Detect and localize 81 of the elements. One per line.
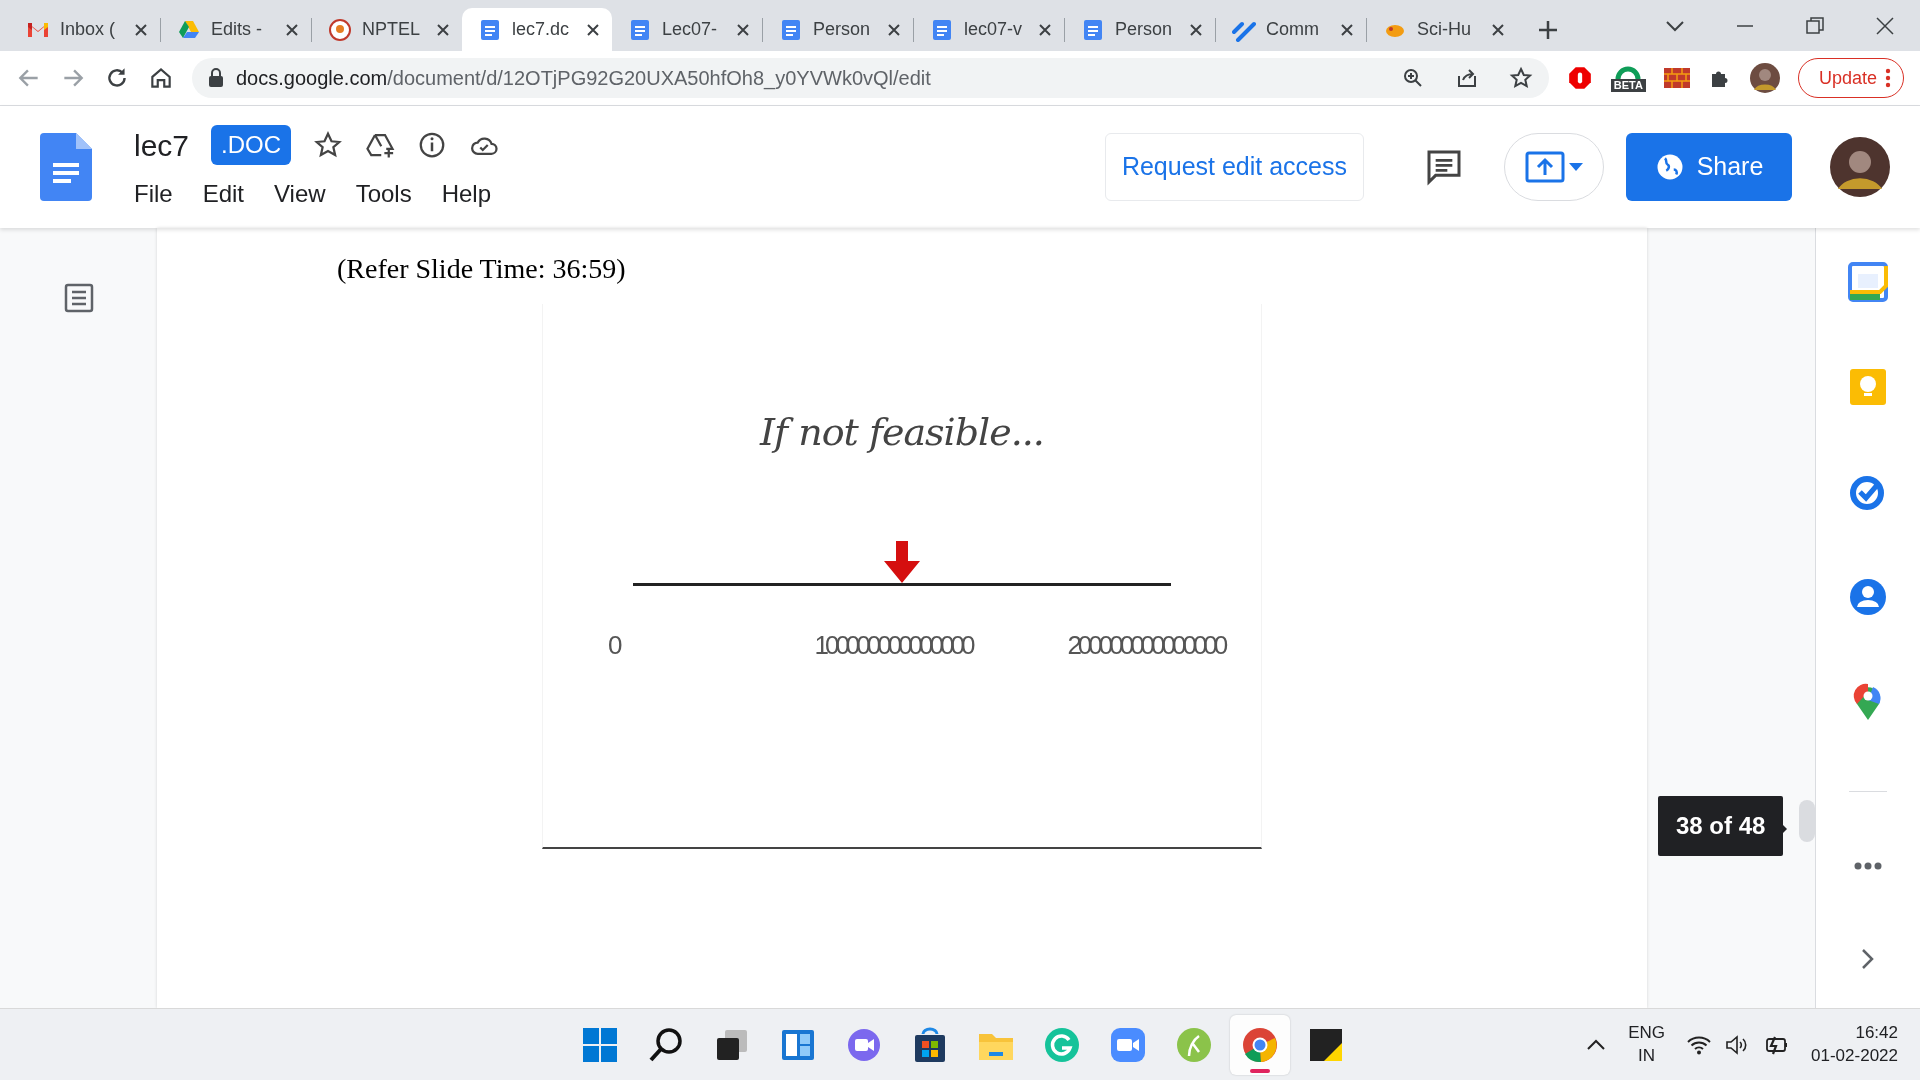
- outline-icon[interactable]: [62, 282, 95, 314]
- windows-icon: [581, 1026, 619, 1064]
- share-button[interactable]: Share: [1626, 133, 1792, 201]
- menu-item[interactable]: File: [122, 175, 185, 212]
- page-indicator: 38 of 48: [1658, 796, 1784, 856]
- chrome-icon: [1241, 1026, 1279, 1064]
- emblem-icon: [328, 17, 352, 42]
- chevron-right-icon[interactable]: [1861, 948, 1875, 970]
- update-button[interactable]: Update: [1797, 58, 1904, 98]
- browser-tab[interactable]: Comm: [1216, 8, 1366, 51]
- person-icon[interactable]: [1848, 577, 1888, 617]
- menu-item[interactable]: Edit: [190, 175, 257, 212]
- more-vertical-icon: [1885, 68, 1891, 88]
- language-indicator[interactable]: ENG IN: [1628, 1022, 1666, 1067]
- stop-sign-icon[interactable]: [1566, 65, 1593, 91]
- down-arrow-icon: [884, 541, 920, 583]
- document-icon: [930, 17, 954, 42]
- scrollbar-thumb[interactable]: [1799, 800, 1815, 842]
- video-camera-icon: [1109, 1026, 1147, 1064]
- browser-tab[interactable]: Person: [1065, 8, 1215, 51]
- clock[interactable]: 16:42 01-02-2022: [1811, 1022, 1898, 1067]
- star-icon[interactable]: [313, 130, 344, 160]
- document-icon: [1081, 17, 1105, 42]
- wifi-icon[interactable]: [1687, 1034, 1712, 1055]
- menu-item[interactable]: Tools: [343, 175, 424, 212]
- close-icon[interactable]: [285, 22, 299, 37]
- close-icon[interactable]: [1874, 15, 1896, 37]
- close-icon[interactable]: [586, 22, 600, 37]
- close-icon[interactable]: [436, 22, 450, 37]
- close-icon[interactable]: [1038, 22, 1052, 37]
- address-bar[interactable]: docs.google.com/document/d/12OTjPG92G20UXA50hfOh8_y0YVWk0vQl/edit: [192, 58, 1549, 98]
- request-edit-button[interactable]: Request edit access: [1104, 133, 1364, 201]
- chevron-up-icon[interactable]: [1586, 1038, 1607, 1051]
- browser-tab[interactable]: Sci-Hu: [1367, 8, 1517, 51]
- browser-tab[interactable]: Inbox (: [10, 8, 160, 51]
- arc-icon: [1615, 64, 1642, 79]
- close-icon[interactable]: [134, 22, 148, 37]
- video-chat-icon: [845, 1026, 883, 1064]
- menu-item[interactable]: Help: [429, 175, 503, 212]
- close-icon[interactable]: [887, 22, 901, 37]
- browser-tab[interactable]: Person: [763, 8, 913, 51]
- avatar-icon[interactable]: [1749, 63, 1780, 93]
- lock-icon: [208, 68, 224, 88]
- battery-icon[interactable]: [1763, 1034, 1790, 1055]
- restore-icon[interactable]: [1804, 15, 1826, 37]
- g-circle-icon: [1043, 1026, 1081, 1064]
- brick-wall-icon[interactable]: [1663, 68, 1690, 88]
- menu-item[interactable]: View: [262, 175, 338, 212]
- new-tab-icon[interactable]: [1537, 19, 1559, 41]
- upload-icon: [1525, 151, 1565, 183]
- browser-tab[interactable]: Lec07-: [612, 8, 762, 51]
- document-title[interactable]: lec7: [134, 122, 190, 168]
- browser-tab[interactable]: lec7.dc: [462, 8, 612, 51]
- document-icon: [779, 17, 803, 42]
- close-icon[interactable]: [1189, 22, 1203, 37]
- leaf-icon: [1175, 1026, 1213, 1064]
- docs-logo-icon[interactable]: [40, 133, 92, 201]
- caption-text: (Refer Slide Time: 36:59): [337, 252, 627, 286]
- axis-label: 0: [608, 629, 619, 662]
- home-icon[interactable]: [148, 65, 174, 91]
- document-icon: [628, 17, 652, 42]
- url-text: docs.google.com/document/d/12OTjPG92G20UXA50hfOh8_y0YVWk0vQl/edit: [236, 66, 931, 92]
- caret-icon: [1569, 163, 1583, 171]
- extension-icon[interactable]: BETA: [1610, 64, 1646, 92]
- document-icon: [478, 17, 502, 42]
- browser-tab[interactable]: lec07-v: [914, 8, 1064, 51]
- star-icon[interactable]: [1508, 66, 1533, 90]
- file-type-badge: .DOC: [211, 125, 292, 165]
- browser-tab[interactable]: Edits -: [161, 8, 311, 51]
- more-icon[interactable]: [1854, 862, 1882, 870]
- slide-heading: If not feasible...: [760, 409, 1044, 456]
- close-icon[interactable]: [1340, 22, 1354, 37]
- search-icon: [647, 1026, 685, 1064]
- axis-label: 200000000000000: [1067, 629, 1225, 662]
- sticky-note-icon: [1307, 1026, 1345, 1064]
- close-icon[interactable]: [736, 22, 750, 37]
- avatar-icon[interactable]: [1830, 137, 1890, 197]
- browser-tab[interactable]: NPTEL: [312, 8, 462, 51]
- axis-label: 100000000000000: [814, 629, 972, 662]
- close-icon[interactable]: [1491, 22, 1505, 37]
- beta-label: BETA: [1610, 78, 1646, 92]
